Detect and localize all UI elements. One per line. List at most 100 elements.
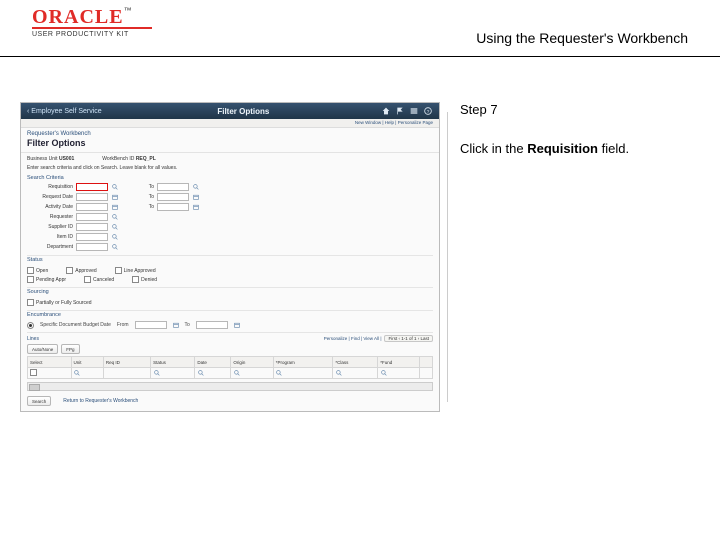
erp-subbar[interactable]: New Window | Help | Personalize Page <box>21 119 439 128</box>
instr-prefix: Click in the <box>460 141 527 156</box>
requisition-from-input[interactable] <box>76 183 108 191</box>
chk-canceled[interactable]: Canceled <box>84 276 114 283</box>
supplier-input[interactable] <box>76 223 108 231</box>
home-icon[interactable] <box>381 106 391 116</box>
breadcrumb[interactable]: Requester's Workbench <box>21 128 439 138</box>
svg-text:?: ? <box>427 109 430 114</box>
return-link[interactable]: Return to Requester's Workbench <box>63 398 138 404</box>
horizontal-scrollbar[interactable] <box>27 382 433 391</box>
chk-open[interactable]: Open <box>27 267 48 274</box>
lookup-icon[interactable] <box>111 244 118 251</box>
chk-sourced-label: Partially or Fully Sourced <box>36 300 92 306</box>
empty <box>192 234 202 240</box>
chk-sourced[interactable]: Partially or Fully Sourced <box>27 299 92 306</box>
flag-icon[interactable] <box>395 106 405 116</box>
col-program[interactable]: *Program <box>273 357 333 368</box>
col-status[interactable]: Status <box>151 357 195 368</box>
lookup-icon[interactable] <box>74 369 81 376</box>
lookup-icon[interactable] <box>335 369 342 376</box>
calendar-icon[interactable] <box>192 204 199 211</box>
calendar-icon[interactable] <box>111 204 118 211</box>
table-row[interactable] <box>28 368 433 379</box>
empty <box>192 244 202 250</box>
grid-btn-autonone[interactable]: Auto/None <box>27 344 58 354</box>
radio-specific-date-label: Specific Document Budget Date <box>40 322 111 328</box>
grid-btn-fpg[interactable]: FPg <box>61 344 79 354</box>
requester-input[interactable] <box>76 213 108 221</box>
step-instruction: Click in the Requisition field. <box>460 141 700 158</box>
back-link[interactable]: ‹ Employee Self Service <box>27 108 102 115</box>
search-instr: Enter search criteria and click on Searc… <box>21 165 439 174</box>
item-input[interactable] <box>76 233 108 241</box>
lookup-icon[interactable] <box>153 369 160 376</box>
col-reqid[interactable]: Req ID <box>103 357 150 368</box>
search-criteria-heading: Search Criteria <box>27 175 433 181</box>
scrollbar-thumb[interactable] <box>29 384 40 391</box>
sourcing-heading: Sourcing <box>27 289 433 295</box>
separator <box>27 310 433 311</box>
lookup-icon[interactable] <box>233 369 240 376</box>
calendar-icon[interactable] <box>173 322 179 328</box>
calendar-icon[interactable] <box>234 322 240 328</box>
col-select[interactable]: Select <box>28 357 72 368</box>
row-checkbox[interactable] <box>30 369 37 376</box>
lookup-icon[interactable] <box>380 369 387 376</box>
empty <box>157 214 189 220</box>
col-origin[interactable]: Origin <box>231 357 273 368</box>
empty <box>157 224 189 230</box>
lines-link[interactable]: Lines <box>27 336 39 342</box>
col-extra[interactable] <box>420 357 433 368</box>
radio-specific-date[interactable] <box>27 322 34 329</box>
separator <box>27 287 433 288</box>
chk-denied[interactable]: Denied <box>132 276 157 283</box>
empty <box>124 244 154 250</box>
empty <box>157 244 189 250</box>
erp-titlebar: ‹ Employee Self Service Filter Options ? <box>21 103 439 119</box>
grid-pager[interactable]: First ‹ 1-1 of 1 › Last <box>384 335 433 342</box>
col-fund[interactable]: *Fund <box>378 357 420 368</box>
search-form: Requisition To Request Date To Activity … <box>21 182 439 254</box>
help-icon[interactable]: ? <box>423 106 433 116</box>
lookup-icon[interactable] <box>192 184 199 191</box>
grid-legend[interactable]: Personalize | Find | View All | <box>324 336 382 341</box>
encumbrance-heading: Encumbrance <box>27 312 433 318</box>
sourcing-checkbox-group: Partially or Fully Sourced <box>21 296 439 309</box>
field-label-supplier: Supplier ID <box>27 224 73 230</box>
status-heading: Status <box>27 257 433 263</box>
lookup-icon[interactable] <box>111 184 118 191</box>
reqdate-from-input[interactable] <box>76 193 108 201</box>
actdate-to-input[interactable] <box>157 203 189 211</box>
calendar-icon[interactable] <box>192 194 199 201</box>
requisition-to-input[interactable] <box>157 183 189 191</box>
reqdate-to-input[interactable] <box>157 193 189 201</box>
slide-header: ORACLE™ USER PRODUCTIVITY KIT Using the … <box>0 0 720 57</box>
col-class[interactable]: *Class <box>333 357 378 368</box>
lookup-icon[interactable] <box>111 234 118 241</box>
calendar-icon[interactable] <box>111 194 118 201</box>
search-button[interactable]: Search <box>27 396 51 406</box>
chk-pending-label: Pending Appr <box>36 277 66 283</box>
dept-input[interactable] <box>76 243 108 251</box>
bu-label: Business Unit <box>27 156 58 162</box>
chk-approved[interactable]: Approved <box>66 267 96 274</box>
lookup-icon[interactable] <box>111 224 118 231</box>
actdate-from-input[interactable] <box>76 203 108 211</box>
col-date[interactable]: Date <box>195 357 231 368</box>
chk-pending[interactable]: Pending Appr <box>27 276 66 283</box>
chk-denied-label: Denied <box>141 277 157 283</box>
chk-line-approved[interactable]: Line Approved <box>115 267 156 274</box>
field-label-dept: Department <box>27 244 73 250</box>
brand-name: ORACLE <box>32 6 124 28</box>
bu-value: US001 <box>59 156 74 162</box>
col-unit[interactable]: Unit <box>71 357 103 368</box>
lookup-icon[interactable] <box>276 369 283 376</box>
lookup-icon[interactable] <box>197 369 204 376</box>
chk-canceled-label: Canceled <box>93 277 114 283</box>
id-row: Business Unit US001 WorkBench ID REQ_PL <box>21 153 439 165</box>
empty <box>124 214 154 220</box>
menu-icon[interactable] <box>409 106 419 116</box>
budget-date-to-input[interactable] <box>196 321 228 329</box>
budget-date-from-input[interactable] <box>135 321 167 329</box>
chk-line-approved-label: Line Approved <box>124 268 156 274</box>
lookup-icon[interactable] <box>111 214 118 221</box>
